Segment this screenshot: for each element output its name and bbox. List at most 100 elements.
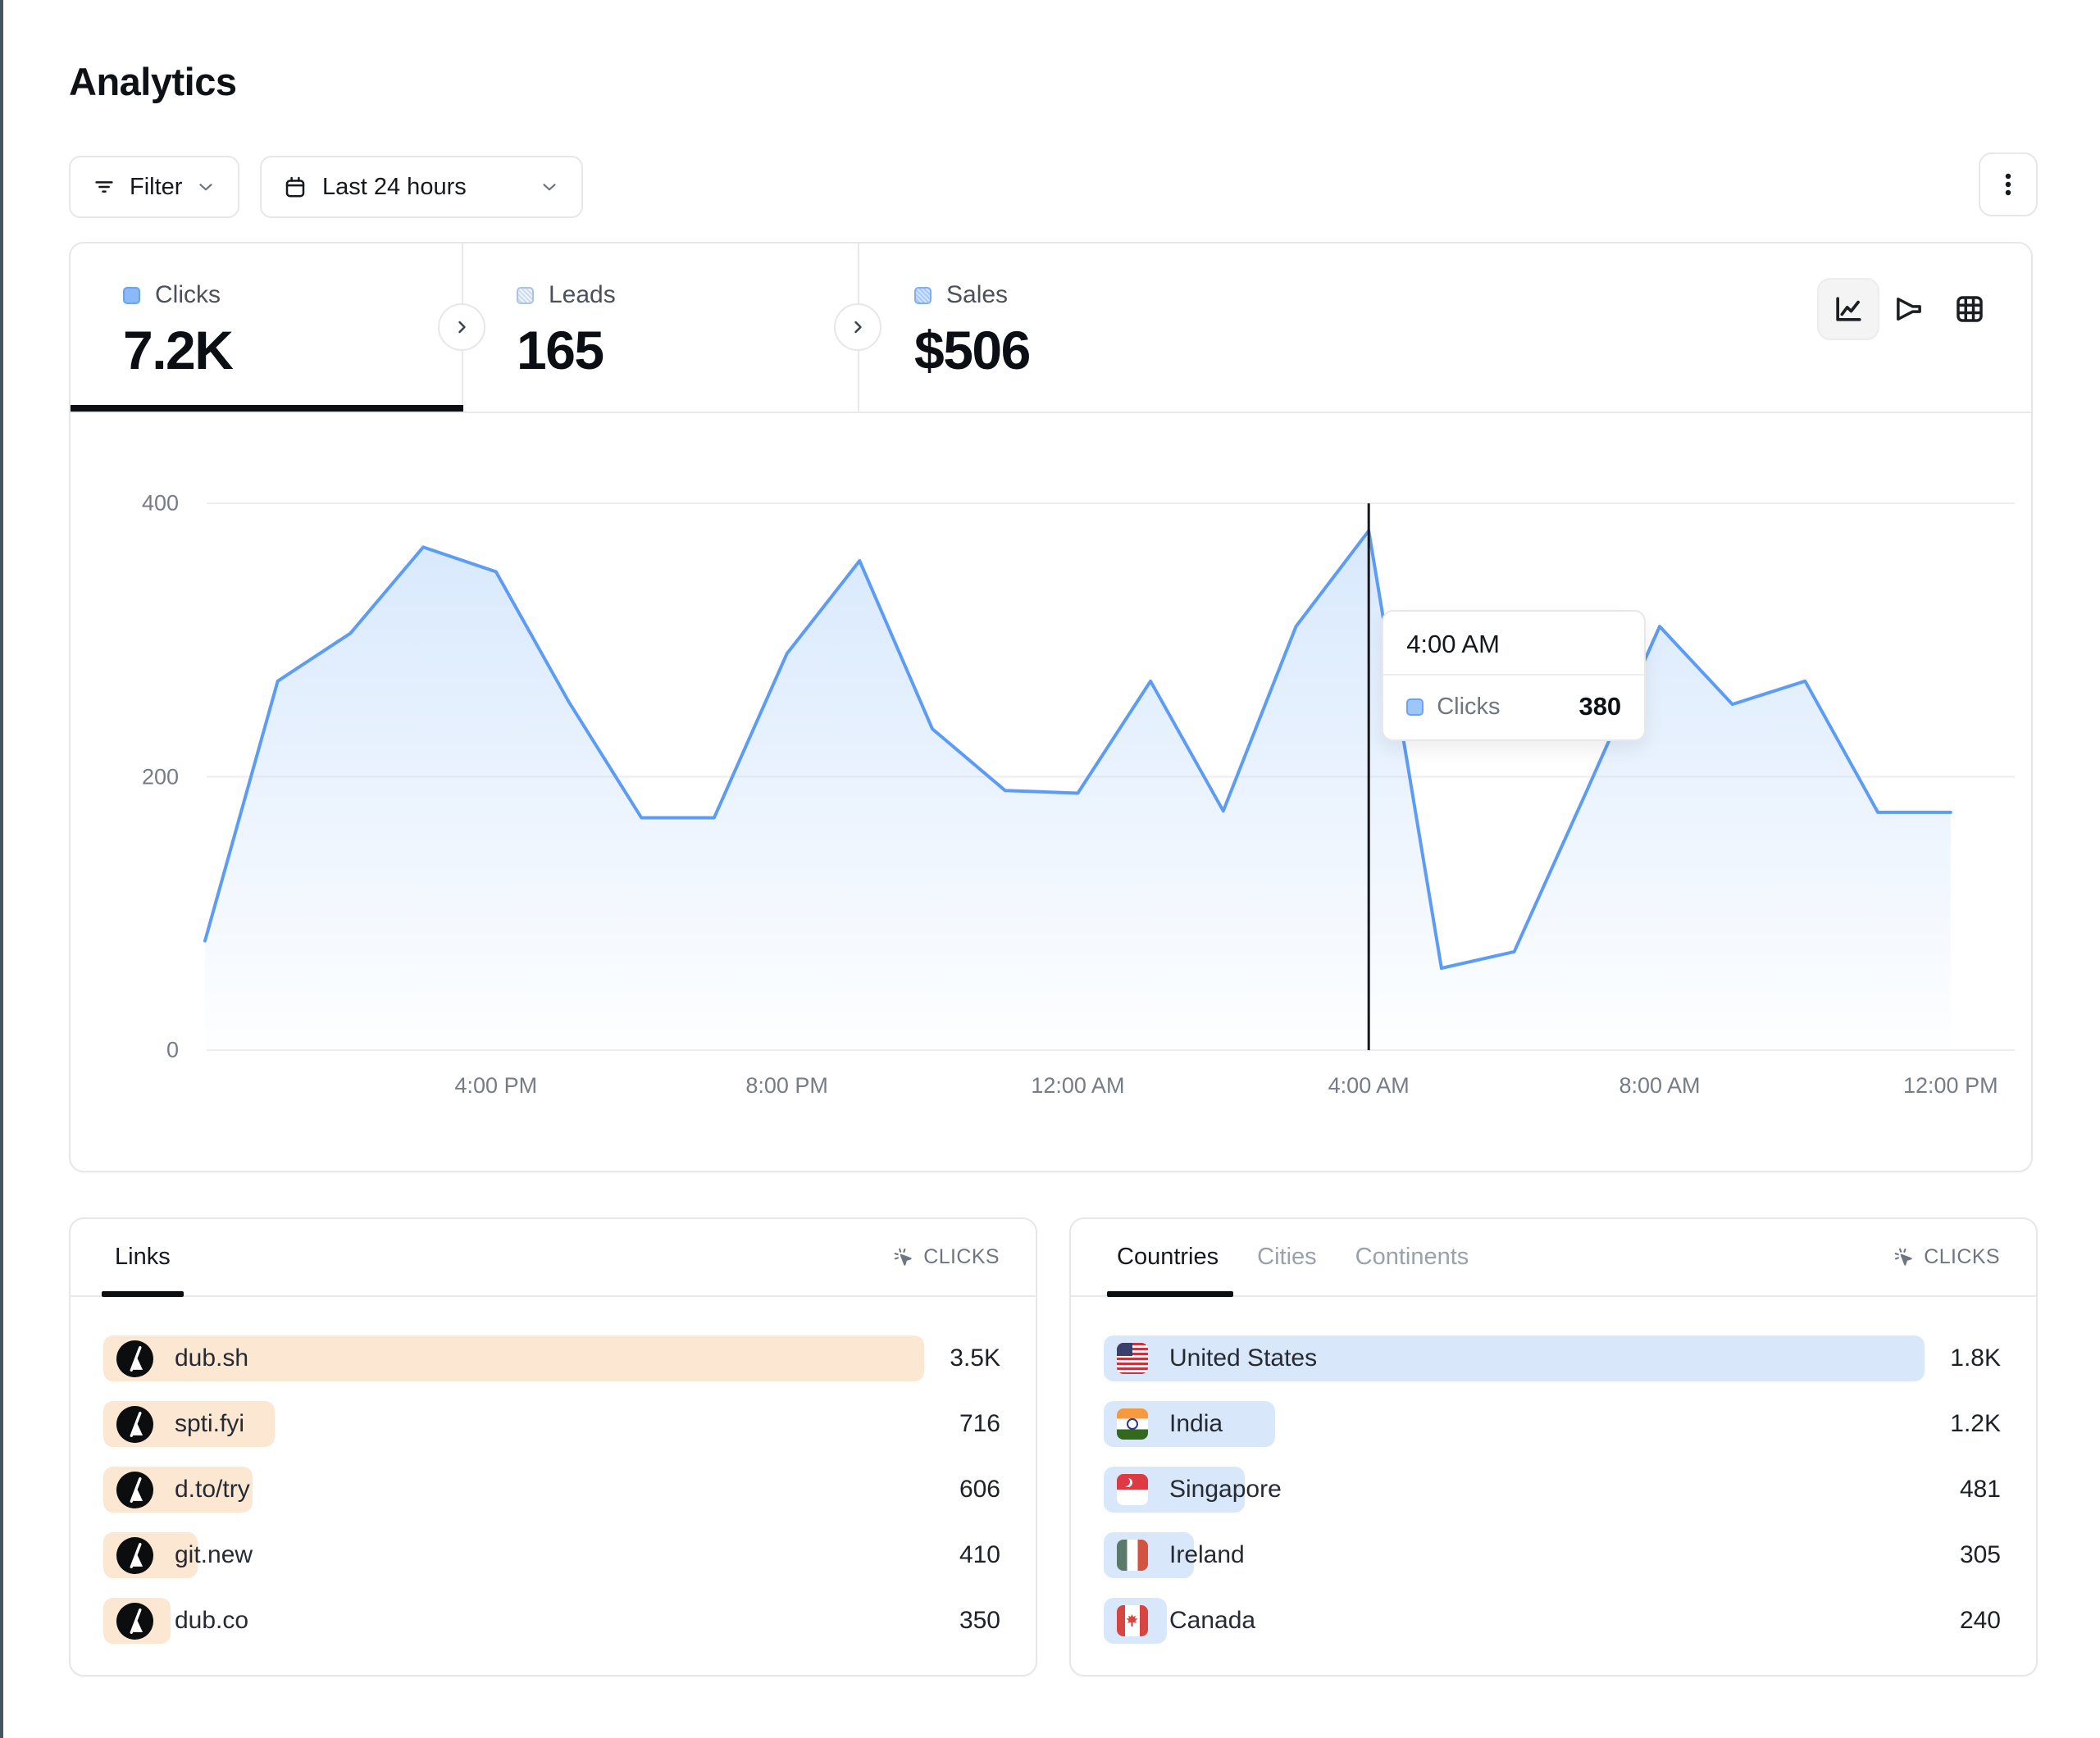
- calendar-icon: [283, 175, 307, 199]
- left-accent-strip: [0, 0, 3, 1738]
- kebab-icon: [1996, 171, 2020, 198]
- table-row[interactable]: git.new 410: [103, 1532, 1000, 1578]
- analytics-page: Analytics Filter Last 24 hours: [0, 0, 2100, 1738]
- table-row[interactable]: dub.sh 3.5K: [103, 1335, 1000, 1381]
- table-row[interactable]: spti.fyi 716: [103, 1401, 1000, 1447]
- tab-links[interactable]: Links: [115, 1244, 171, 1271]
- analytics-card: Clicks 7.2K Leads 165 Sales $506: [69, 242, 2033, 1172]
- table-row[interactable]: United States 1.8K: [1104, 1335, 2001, 1381]
- clicks-tab-label: Clicks: [155, 281, 221, 309]
- date-range-button[interactable]: Last 24 hours: [260, 156, 583, 218]
- row-value: 716: [959, 1410, 1000, 1438]
- funnel-icon: [1892, 292, 1926, 326]
- row-value: 410: [959, 1541, 1000, 1569]
- india-flag-icon: [1117, 1408, 1148, 1440]
- countries-panel-header: Countries Cities Continents CLICKS: [1071, 1219, 2036, 1297]
- row-label: dub.sh: [175, 1344, 248, 1372]
- cursor-click-icon: [1893, 1246, 1916, 1269]
- links-sort-clicks[interactable]: CLICKS: [892, 1245, 1000, 1269]
- line-chart-icon: [1830, 291, 1866, 327]
- filter-icon: [92, 175, 116, 199]
- tab-cities[interactable]: Cities: [1257, 1244, 1317, 1271]
- tooltip-value: 380: [1578, 692, 1621, 721]
- metric-tabs-row: Clicks 7.2K Leads 165 Sales $506: [71, 243, 2031, 413]
- active-tab-underline: [71, 405, 463, 412]
- clicks-timeseries-chart[interactable]: 0200400 4:00 PM8:00 PM12:00 AM4:00 AM8:0…: [71, 413, 2034, 1172]
- row-value: 3.5K: [950, 1344, 1000, 1372]
- table-row[interactable]: Ireland305: [1104, 1532, 2001, 1578]
- row-label: spti.fyi: [175, 1410, 244, 1438]
- united-states-flag-icon: [1117, 1343, 1148, 1374]
- table-row[interactable]: Singapore 481: [1104, 1467, 2001, 1513]
- x-axis-tick: 12:00 PM: [1903, 1073, 1998, 1099]
- tab-countries[interactable]: Countries: [1117, 1244, 1219, 1271]
- x-axis-tick: 8:00 PM: [745, 1073, 828, 1099]
- table-row[interactable]: Canada 240: [1104, 1598, 2001, 1644]
- filter-button-label: Filter: [130, 174, 182, 201]
- dub-logo-icon: [116, 1603, 153, 1640]
- row-value: 1.8K: [1950, 1344, 2001, 1372]
- leads-tab-value: 165: [517, 319, 858, 381]
- chevron-right-icon: [848, 317, 868, 337]
- table-view-button[interactable]: [1938, 278, 2001, 340]
- row-label: Canada: [1169, 1607, 1255, 1635]
- links-list: dub.sh 3.5K spti.fyi 716 d.to/try 606 git.new 4…: [103, 1335, 1000, 1644]
- chevron-right-icon: [452, 317, 471, 337]
- tab-continents[interactable]: Continents: [1355, 1244, 1469, 1271]
- links-metric-label: CLICKS: [923, 1245, 1000, 1269]
- tab-clicks[interactable]: Clicks 7.2K: [71, 243, 462, 412]
- singapore-flag-icon: [1117, 1474, 1148, 1505]
- table-row[interactable]: India 1.2K: [1104, 1401, 2001, 1447]
- tooltip-time: 4:00 AM: [1383, 612, 1644, 676]
- row-label: United States: [1169, 1344, 1317, 1372]
- tooltip-series-name: Clicks: [1437, 694, 1500, 721]
- chevron-down-icon: [195, 176, 216, 198]
- links-panel-header: Links CLICKS: [71, 1219, 1036, 1297]
- links-panel: Links CLICKS dub.sh 3.5K spti.fyi 716 d.to/t…: [69, 1217, 1037, 1677]
- row-value: 350: [959, 1607, 1000, 1635]
- grid-icon: [1952, 292, 1987, 326]
- funnel-view-button[interactable]: [1878, 278, 1940, 340]
- clicks-series-swatch: [123, 287, 140, 304]
- row-value: 606: [959, 1476, 1000, 1504]
- row-label: git.new: [175, 1541, 253, 1569]
- row-value: 240: [1960, 1607, 2001, 1635]
- x-axis-tick: 4:00 PM: [455, 1073, 538, 1099]
- cursor-click-icon: [892, 1246, 915, 1269]
- chevron-down-icon: [539, 176, 560, 198]
- row-label: d.to/try: [175, 1476, 250, 1504]
- y-axis-tick: 400: [113, 491, 179, 516]
- leads-series-swatch: [517, 287, 534, 304]
- countries-tab-underline: [1107, 1291, 1233, 1297]
- y-axis-tick: 0: [113, 1038, 179, 1063]
- page-title: Analytics: [69, 59, 236, 104]
- tab-leads[interactable]: Leads 165: [463, 243, 858, 412]
- y-axis-tick: 200: [113, 764, 179, 789]
- table-row[interactable]: dub.co 350: [103, 1598, 1000, 1644]
- table-row[interactable]: d.to/try 606: [103, 1467, 1000, 1513]
- clicks-tab-value: 7.2K: [123, 319, 462, 381]
- leads-tab-label: Leads: [549, 281, 616, 309]
- dub-logo-icon: [116, 1406, 153, 1443]
- row-label: Singapore: [1169, 1476, 1282, 1504]
- row-label: India: [1169, 1410, 1223, 1438]
- row-value: 305: [1960, 1541, 2001, 1569]
- line-chart-view-button[interactable]: [1817, 278, 1879, 340]
- ireland-flag-icon: [1117, 1540, 1148, 1571]
- countries-list: United States 1.8K India 1.2K Singapore 481 Ir…: [1104, 1335, 2001, 1644]
- countries-metric-label: CLICKS: [1924, 1245, 2000, 1269]
- countries-sort-clicks[interactable]: CLICKS: [1893, 1245, 2000, 1269]
- row-label: dub.co: [175, 1607, 248, 1635]
- expand-leads-button[interactable]: [834, 303, 881, 351]
- row-value: 481: [1960, 1476, 2001, 1504]
- filter-button[interactable]: Filter: [69, 156, 239, 218]
- countries-panel: Countries Cities Continents CLICKS Unite…: [1069, 1217, 2038, 1677]
- dub-logo-icon: [116, 1472, 153, 1508]
- row-value: 1.2K: [1950, 1410, 2001, 1438]
- chart-tooltip: 4:00 AM Clicks 380: [1382, 610, 1646, 741]
- canada-flag-icon: [1117, 1605, 1148, 1636]
- expand-clicks-button[interactable]: [438, 303, 485, 351]
- chart-canvas: [71, 413, 2034, 1172]
- tab-sales[interactable]: Sales $506: [859, 243, 1286, 412]
- more-menu-button[interactable]: [1979, 152, 2038, 216]
